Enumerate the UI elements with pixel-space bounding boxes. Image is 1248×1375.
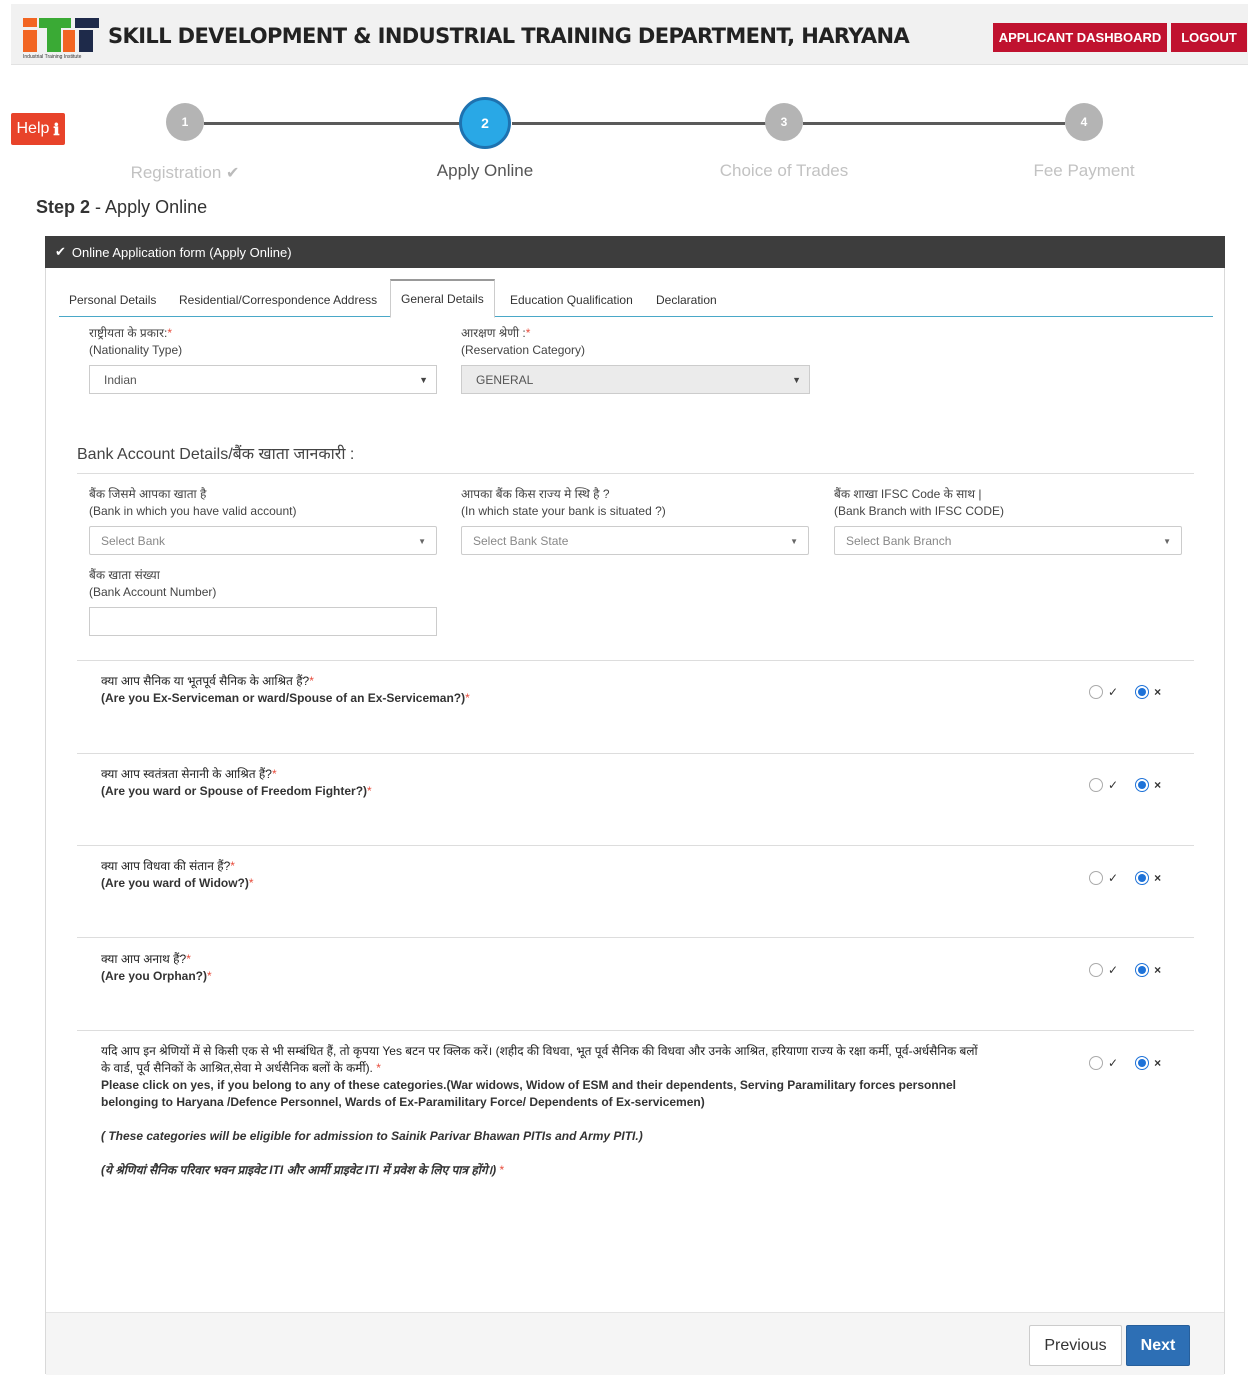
- yes-label: ✓: [1108, 1056, 1119, 1070]
- reservation-select: GENERAL ▼: [461, 365, 810, 394]
- yes-label: ✓: [1108, 778, 1119, 792]
- account-number-label: बैंक खाता संख्या (Bank Account Number): [89, 568, 217, 599]
- nationality-select[interactable]: Indian ▼: [89, 365, 437, 394]
- step-connector: [803, 122, 1065, 125]
- reservation-label: आरक्षण श्रेणी :* (Reservation Category): [461, 326, 586, 357]
- next-button[interactable]: Next: [1126, 1325, 1190, 1366]
- bank-select[interactable]: Select Bank ▼: [89, 526, 437, 555]
- no-radio[interactable]: [1135, 1056, 1150, 1070]
- form-footer: Previous Next: [46, 1312, 1224, 1375]
- freedom-fighter-radio-group: ✓ ×: [1089, 778, 1161, 792]
- no-radio[interactable]: [1135, 685, 1150, 699]
- step-3-circle: 3: [765, 103, 803, 141]
- divider: [77, 660, 1194, 661]
- caret-down-icon: ▼: [792, 375, 801, 385]
- tab-personal-details[interactable]: Personal Details: [69, 282, 156, 317]
- question-orphan: क्या आप अनाथ हैं?* (Are you Orphan?)*: [101, 952, 212, 983]
- yes-radio[interactable]: [1089, 963, 1103, 977]
- no-label: ×: [1154, 778, 1162, 792]
- special-categories-radio-group: ✓ ×: [1089, 1056, 1161, 1070]
- check-icon: ✔: [55, 244, 66, 259]
- no-radio[interactable]: [1135, 778, 1150, 792]
- yes-radio[interactable]: [1089, 871, 1103, 885]
- no-label: ×: [1154, 963, 1162, 977]
- previous-button[interactable]: Previous: [1029, 1325, 1122, 1366]
- bank-branch-label: बैंक शाखा IFSC Code के साथ | (Bank Branch…: [834, 487, 1005, 518]
- tab-education-qualification[interactable]: Education Qualification: [510, 282, 633, 317]
- divider: [77, 845, 1194, 846]
- step-3-label: Choice of Trades: [719, 161, 849, 180]
- step-1-circle: 1: [166, 103, 204, 141]
- question-freedom-fighter: क्या आप स्वतंत्रता सेनानी के आश्रित हैं?…: [101, 767, 372, 798]
- question-special-categories: यदि आप इन श्रेणियों में से किसी एक से भी…: [101, 1044, 978, 1177]
- yes-label: ✓: [1108, 963, 1119, 977]
- bank-branch-select[interactable]: Select Bank Branch ▼: [834, 526, 1182, 555]
- form-tabs: Personal Details Residential/Corresponde…: [59, 279, 1213, 318]
- account-number-input[interactable]: [89, 607, 437, 636]
- orphan-radio-group: ✓ ×: [1089, 963, 1161, 977]
- bank-state-label: आपका बैंक किस राज्य मे स्थि है ? (In whic…: [461, 487, 666, 518]
- info-icon: ℹ: [53, 119, 60, 139]
- divider: [77, 1030, 1194, 1031]
- no-radio[interactable]: [1135, 871, 1150, 885]
- no-label: ×: [1154, 685, 1162, 699]
- bank-section-title: Bank Account Details/बैंक खाता जानकारी :: [77, 446, 355, 463]
- no-radio[interactable]: [1135, 963, 1150, 977]
- bank-state-select[interactable]: Select Bank State ▼: [461, 526, 809, 555]
- yes-label: ✓: [1108, 685, 1119, 699]
- logout-button[interactable]: LOGOUT: [1171, 23, 1247, 52]
- help-button[interactable]: Help ℹ: [11, 113, 65, 145]
- logo-subtitle: Industrial Training Institute: [23, 54, 82, 60]
- step-4-label: Fee Payment: [1033, 161, 1135, 180]
- panel-title: Online Application form (Apply Online): [71, 244, 292, 260]
- question-widow: क्या आप विधवा की संतान हैं?* (Are you wa…: [101, 859, 254, 890]
- yes-radio[interactable]: [1089, 1056, 1103, 1070]
- caret-down-icon: ▼: [1163, 537, 1171, 546]
- divider: [77, 753, 1194, 754]
- step-2-circle: 2: [459, 97, 511, 149]
- question-ex-serviceman: क्या आप सैनिक या भूतपूर्व सैनिक के आश्रि…: [101, 674, 470, 705]
- tab-declaration[interactable]: Declaration: [656, 282, 717, 317]
- caret-down-icon: ▼: [790, 537, 798, 546]
- divider: [77, 473, 1194, 474]
- step-4-circle: 4: [1065, 103, 1103, 141]
- caret-down-icon: ▼: [418, 537, 426, 546]
- application-form-panel: ✔ Online Application form (Apply Online)…: [45, 236, 1225, 1375]
- caret-down-icon: ▼: [419, 375, 428, 385]
- no-label: ×: [1154, 1056, 1162, 1070]
- bank-name-label: बैंक जिसमे आपका खाता है (Bank in which yo…: [89, 487, 297, 518]
- widow-radio-group: ✓ ×: [1089, 871, 1161, 885]
- step-connector: [512, 122, 766, 125]
- no-label: ×: [1154, 871, 1162, 885]
- step-1-label: Registration ✔: [130, 163, 240, 182]
- help-label: Help: [16, 120, 50, 137]
- yes-radio[interactable]: [1089, 685, 1103, 699]
- nationality-label: राष्ट्रीयता के प्रकार:* (Nationality Typ…: [89, 326, 183, 357]
- step-2-label: Apply Online: [436, 161, 534, 180]
- ex-serviceman-radio-group: ✓ ×: [1089, 685, 1161, 699]
- department-title: SKILL DEVELOPMENT & INDUSTRIAL TRAINING …: [108, 24, 910, 48]
- tab-residential-address[interactable]: Residential/Correspondence Address: [179, 282, 377, 317]
- applicant-dashboard-button[interactable]: APPLICANT DASHBOARD: [993, 23, 1167, 52]
- page-title: Step 2 - Apply Online: [36, 197, 208, 217]
- yes-radio[interactable]: [1089, 778, 1103, 792]
- yes-label: ✓: [1108, 871, 1119, 885]
- divider: [77, 937, 1194, 938]
- site-header: Industrial Training Institute SKILL DEVE…: [11, 4, 1248, 65]
- step-connector: [204, 122, 460, 125]
- check-icon: ✔: [226, 165, 240, 182]
- panel-header: ✔ Online Application form (Apply Online): [45, 236, 1225, 268]
- tab-general-details[interactable]: General Details: [390, 279, 495, 318]
